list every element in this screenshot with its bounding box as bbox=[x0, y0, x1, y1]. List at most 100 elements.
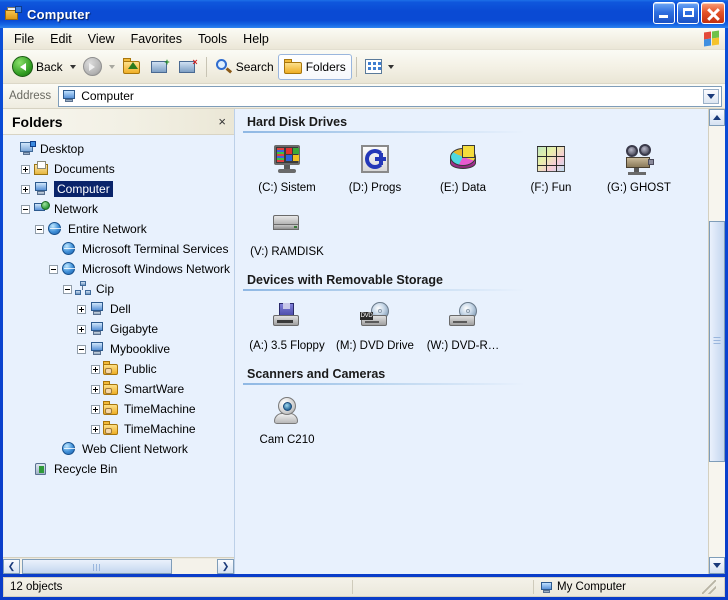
tree-expander-plus-icon[interactable] bbox=[21, 164, 30, 174]
folders-horizontal-scrollbar[interactable]: ❮ ❯ bbox=[3, 557, 234, 574]
disconnect-drive-button[interactable]: × bbox=[174, 54, 202, 80]
tree-item-web-client-network[interactable]: Web Client Network bbox=[3, 439, 234, 459]
maximize-button[interactable] bbox=[677, 2, 699, 24]
vscroll-thumb[interactable] bbox=[709, 220, 725, 463]
tree-item-network[interactable]: Network bbox=[3, 199, 234, 219]
search-magnifier-icon bbox=[215, 58, 233, 76]
search-label: Search bbox=[235, 59, 274, 74]
minimize-button[interactable] bbox=[653, 2, 675, 24]
tree-expander-plus-icon[interactable] bbox=[91, 424, 100, 434]
tree-item-recycle-bin[interactable]: Recycle Bin bbox=[3, 459, 234, 479]
tree-expander-plus-icon[interactable] bbox=[91, 404, 100, 414]
drive-film-icon bbox=[622, 143, 656, 177]
drive-tile[interactable]: (C:) Sistem bbox=[243, 139, 331, 203]
status-bar: 12 objects My Computer bbox=[3, 577, 725, 597]
tree-expander-minus-icon[interactable] bbox=[35, 224, 44, 234]
drive-tile[interactable]: (D:) Progs bbox=[331, 139, 419, 203]
status-spacer bbox=[353, 578, 533, 596]
tree-item-microsoft-terminal-services[interactable]: Microsoft Terminal Services bbox=[3, 239, 234, 259]
menu-help[interactable]: Help bbox=[236, 30, 276, 48]
address-dropdown-button[interactable] bbox=[703, 88, 719, 104]
tree-expander-plus-icon[interactable] bbox=[91, 384, 100, 394]
tree-expander-minus-icon[interactable] bbox=[77, 344, 86, 354]
my-computer-icon bbox=[540, 581, 553, 594]
tree-item-public[interactable]: Public bbox=[3, 359, 234, 379]
tree-item-mybooklive[interactable]: Mybooklive bbox=[3, 339, 234, 359]
close-button[interactable] bbox=[701, 2, 725, 24]
back-button[interactable]: Back bbox=[8, 54, 67, 80]
tree-item-desktop[interactable]: Desktop bbox=[3, 139, 234, 159]
my-computer-icon bbox=[89, 321, 106, 337]
drive-tile[interactable]: (F:) Fun bbox=[507, 139, 595, 203]
address-input[interactable]: Computer bbox=[58, 85, 722, 107]
back-dropdown-icon[interactable] bbox=[69, 64, 76, 69]
tree-expander-plus-icon[interactable] bbox=[91, 364, 100, 374]
tree-item-timemachine[interactable]: TimeMachine bbox=[3, 399, 234, 419]
tree-item-smartware[interactable]: SmartWare bbox=[3, 379, 234, 399]
recycle-bin-icon bbox=[33, 461, 50, 477]
hscroll-track[interactable] bbox=[20, 558, 217, 574]
scroll-down-button[interactable] bbox=[709, 557, 725, 574]
menu-view[interactable]: View bbox=[81, 30, 122, 48]
back-arrow-icon bbox=[12, 56, 33, 77]
hscroll-thumb[interactable] bbox=[22, 558, 172, 574]
group-header: Hard Disk Drives bbox=[247, 115, 348, 129]
drive-tile[interactable]: (W:) DVD-R… bbox=[419, 297, 507, 361]
tree-expander-minus-icon[interactable] bbox=[21, 204, 30, 214]
close-icon[interactable]: × bbox=[216, 114, 228, 129]
my-computer-icon bbox=[62, 89, 76, 103]
shared-folder-icon bbox=[103, 361, 120, 377]
drive-tile[interactable]: (E:) Data bbox=[419, 139, 507, 203]
views-dropdown-icon[interactable] bbox=[387, 64, 394, 69]
vscroll-track[interactable] bbox=[709, 126, 725, 557]
tree-expander-spacer bbox=[49, 445, 58, 454]
menu-edit[interactable]: Edit bbox=[43, 30, 79, 48]
drive-tile[interactable]: Cam C210 bbox=[243, 391, 331, 455]
window-controls bbox=[653, 2, 725, 24]
drive-tile[interactable]: (A:) 3.5 Floppy bbox=[243, 297, 331, 361]
resize-grip[interactable] bbox=[702, 580, 716, 594]
globe-icon bbox=[47, 221, 64, 237]
my-computer-icon bbox=[89, 301, 106, 317]
file-list-view[interactable]: Hard Disk Drives (C:) Sistem (D:) Progs (E:… bbox=[235, 109, 708, 574]
tree-item-label: Gigabyte bbox=[110, 322, 159, 336]
map-drive-button[interactable]: + bbox=[146, 54, 174, 80]
windows-flag-icon bbox=[703, 30, 721, 47]
scroll-right-button[interactable]: ❯ bbox=[217, 558, 234, 574]
tree-item-entire-network[interactable]: Entire Network bbox=[3, 219, 234, 239]
tree-expander-minus-icon[interactable] bbox=[63, 284, 72, 294]
tree-item-microsoft-windows-network[interactable]: Microsoft Windows Network bbox=[3, 259, 234, 279]
search-button[interactable]: Search bbox=[211, 54, 278, 80]
views-button[interactable] bbox=[361, 54, 401, 80]
group-separator bbox=[243, 289, 525, 291]
dvd-drive-icon: DVD bbox=[358, 301, 392, 335]
drive-tile-label: (M:) DVD Drive bbox=[336, 340, 414, 352]
folders-button[interactable]: Folders bbox=[277, 53, 352, 80]
tree-expander-plus-icon[interactable] bbox=[77, 304, 86, 314]
tree-expander-minus-icon[interactable] bbox=[49, 264, 58, 274]
menu-file[interactable]: File bbox=[7, 30, 41, 48]
tree-item-label: Web Client Network bbox=[82, 442, 188, 456]
tree-item-cip[interactable]: Cip bbox=[3, 279, 234, 299]
scroll-up-button[interactable] bbox=[709, 109, 725, 126]
drive-tile[interactable]: DVD (M:) DVD Drive bbox=[331, 297, 419, 361]
group-hard-disk-drives: Hard Disk Drives (C:) Sistem (D:) Progs (E:… bbox=[243, 111, 708, 267]
tree-item-dell[interactable]: Dell bbox=[3, 299, 234, 319]
globe-icon bbox=[61, 261, 78, 277]
scroll-left-button[interactable]: ❮ bbox=[3, 558, 20, 574]
tree-item-timemachine[interactable]: TimeMachine bbox=[3, 419, 234, 439]
up-button[interactable] bbox=[118, 54, 146, 80]
tree-item-documents[interactable]: Documents bbox=[3, 159, 234, 179]
tree-expander-plus-icon[interactable] bbox=[21, 184, 30, 194]
menu-tools[interactable]: Tools bbox=[191, 30, 234, 48]
drive-tile[interactable]: (G:) GHOST bbox=[595, 139, 683, 203]
drive-tile[interactable]: (V:) RAMDISK bbox=[243, 203, 331, 267]
menu-favorites[interactable]: Favorites bbox=[124, 30, 189, 48]
tree-expander-plus-icon[interactable] bbox=[77, 324, 86, 334]
tree-item-computer[interactable]: Computer bbox=[3, 179, 234, 199]
toolbar-separator bbox=[205, 56, 207, 77]
toolbar: Back + × Search Folders bbox=[3, 50, 725, 84]
content-vertical-scrollbar[interactable] bbox=[708, 109, 725, 574]
tree-item-gigabyte[interactable]: Gigabyte bbox=[3, 319, 234, 339]
folder-tree[interactable]: Desktop Documents Computer Network Entire Ne… bbox=[3, 135, 234, 557]
